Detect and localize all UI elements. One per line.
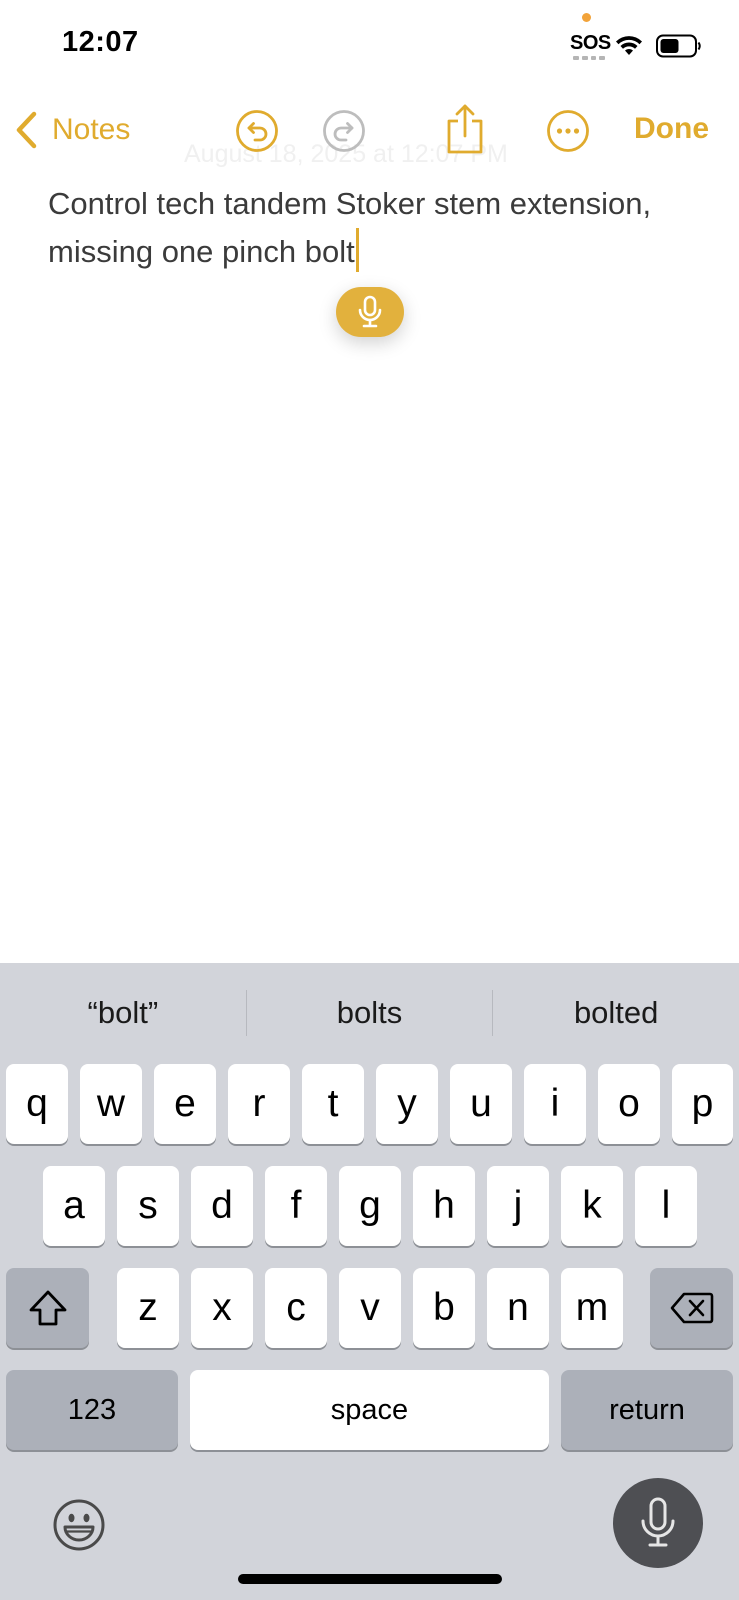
space-key[interactable]: space — [190, 1370, 549, 1450]
suggestion-item[interactable]: bolts — [247, 995, 493, 1031]
note-text: Control tech tandem Stoker stem extensio… — [48, 186, 652, 269]
emoji-icon[interactable] — [52, 1498, 106, 1552]
key-t[interactable]: t — [302, 1064, 364, 1144]
suggestion-bar: “bolt” bolts bolted — [0, 963, 739, 1063]
key-s[interactable]: s — [117, 1166, 179, 1246]
key-k[interactable]: k — [561, 1166, 623, 1246]
key-f[interactable]: f — [265, 1166, 327, 1246]
battery-icon — [656, 34, 701, 58]
key-e[interactable]: e — [154, 1064, 216, 1144]
key-z[interactable]: z — [117, 1268, 179, 1348]
text-cursor — [355, 228, 359, 272]
key-b[interactable]: b — [413, 1268, 475, 1348]
key-p[interactable]: p — [672, 1064, 733, 1144]
key-d[interactable]: d — [191, 1166, 253, 1246]
key-o[interactable]: o — [598, 1064, 660, 1144]
keyboard: “bolt” bolts bolted q w e r t y u i o p … — [0, 963, 739, 1600]
key-g[interactable]: g — [339, 1166, 401, 1246]
delete-key[interactable] — [650, 1268, 733, 1348]
recording-indicator-dot — [582, 13, 591, 22]
key-a[interactable]: a — [43, 1166, 105, 1246]
numbers-key[interactable]: 123 — [6, 1370, 178, 1450]
key-l[interactable]: l — [635, 1166, 697, 1246]
key-v[interactable]: v — [339, 1268, 401, 1348]
back-button[interactable]: Notes — [14, 108, 130, 152]
share-icon[interactable] — [442, 103, 488, 155]
more-options-icon[interactable] — [545, 108, 591, 154]
key-r[interactable]: r — [228, 1064, 290, 1144]
key-y[interactable]: y — [376, 1064, 438, 1144]
delete-backward-icon — [670, 1292, 713, 1324]
done-button[interactable]: Done — [634, 112, 709, 146]
back-button-label: Notes — [52, 113, 131, 146]
key-q[interactable]: q — [6, 1064, 68, 1144]
return-key[interactable]: return — [561, 1370, 733, 1450]
key-i[interactable]: i — [524, 1064, 586, 1144]
signal-dots-icon — [573, 56, 605, 60]
status-time: 12:07 — [62, 26, 139, 58]
sos-label: SOS — [570, 32, 611, 54]
microphone-icon — [358, 295, 382, 328]
key-c[interactable]: c — [265, 1268, 327, 1348]
redo-icon[interactable] — [321, 108, 367, 154]
wifi-icon — [616, 36, 642, 55]
shift-key[interactable] — [6, 1268, 89, 1348]
key-u[interactable]: u — [450, 1064, 512, 1144]
shift-icon — [29, 1290, 66, 1326]
home-indicator[interactable] — [238, 1574, 502, 1584]
note-body[interactable]: Control tech tandem Stoker stem extensio… — [48, 180, 708, 276]
key-m[interactable]: m — [561, 1268, 623, 1348]
key-w[interactable]: w — [80, 1064, 142, 1144]
chevron-left-icon — [16, 111, 37, 149]
dictation-button[interactable] — [336, 287, 404, 337]
suggestion-item[interactable]: bolted — [493, 995, 739, 1031]
undo-icon[interactable] — [234, 108, 280, 154]
key-h[interactable]: h — [413, 1166, 475, 1246]
key-n[interactable]: n — [487, 1268, 549, 1348]
key-j[interactable]: j — [487, 1166, 549, 1246]
key-x[interactable]: x — [191, 1268, 253, 1348]
microphone-icon — [641, 1497, 675, 1547]
suggestion-item[interactable]: “bolt” — [0, 995, 246, 1031]
dictation-mic-button[interactable] — [613, 1478, 703, 1568]
